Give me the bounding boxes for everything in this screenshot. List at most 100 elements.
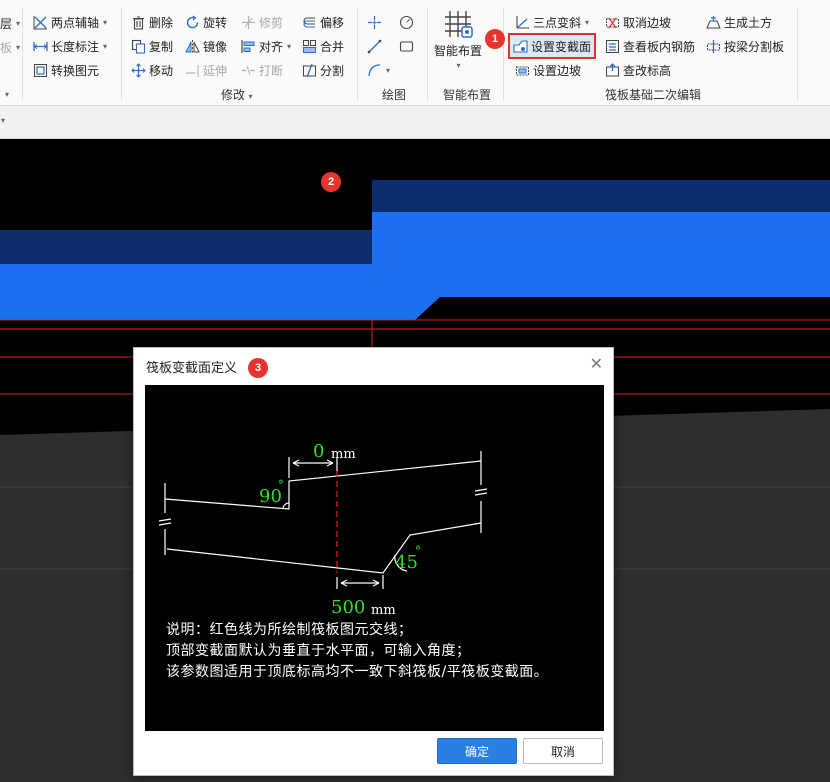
copy-label: 复制 [149, 39, 174, 54]
break-button[interactable]: 打断 [241, 60, 283, 80]
note-line-3: 该参数图适用于顶底标高均不一致下斜筏板/平筏板变截面。 [166, 664, 549, 680]
separator [121, 8, 122, 100]
trim-label: 修剪 [259, 15, 284, 30]
set-variable-section-button[interactable]: 设置变截面 [507, 33, 597, 59]
modify-group-label[interactable]: 修改 ▾ [221, 86, 253, 103]
slope-icon [515, 63, 530, 78]
align-label: 对齐 [259, 39, 284, 54]
merge-button[interactable]: 合并 [302, 36, 344, 56]
collapse-caret-icon[interactable]: ▾ [1, 116, 5, 125]
left-break-mark [158, 518, 172, 526]
slab-label: 板 [0, 40, 13, 55]
slab-bottom-line [166, 522, 482, 574]
set-slope-button[interactable]: 设置边坡 [515, 60, 581, 80]
separator [503, 8, 504, 100]
top-offset-value: 0 [313, 441, 324, 462]
rotate-label: 旋转 [203, 15, 228, 30]
split-label: 分割 [320, 63, 345, 78]
circle-icon [399, 15, 414, 30]
copy-icon [131, 39, 146, 54]
separator [357, 8, 358, 100]
section-diagram: 0 mm 90 ° 45 ° 500 mm 说明：红色线为所绘制筏板图元交线； … [145, 385, 604, 731]
offset-icon [302, 15, 317, 30]
dimension-icon [33, 39, 48, 54]
bottom-angle-degree: ° [415, 544, 421, 558]
slab-left-top[interactable] [0, 230, 372, 264]
slab-left-body[interactable] [0, 264, 372, 320]
move-button[interactable]: 移动 [131, 60, 173, 80]
draw-point-button[interactable] [367, 12, 382, 32]
variable-section-icon [513, 39, 528, 54]
split-button[interactable]: 分割 [302, 60, 344, 80]
rotate-button[interactable]: 旋转 [185, 12, 227, 32]
slab-top-step[interactable] [372, 180, 830, 212]
layer-button-partial[interactable]: 层 ▾ [0, 13, 20, 33]
crosshair-point-icon [367, 15, 382, 30]
move-icon [131, 62, 146, 78]
smart-group-label: 智能布置 [443, 88, 492, 102]
close-icon[interactable]: ✕ [590, 354, 603, 373]
slab-button-partial[interactable]: 板 ▾ [0, 37, 20, 57]
three-point-slope-icon [515, 15, 530, 30]
note-line-2: 顶部变截面默认为垂直于水平面，可输入角度； [166, 643, 471, 659]
merge-icon [302, 39, 317, 54]
convert-element-button[interactable]: 转换图元 [33, 60, 99, 80]
mirror-label: 镜像 [203, 39, 228, 54]
variable-section-dialog: 筏板变截面定义 3 ✕ 0 mm 90 ° 45 ° 500 mm 说明：红色线… [133, 347, 614, 776]
elevation-icon [605, 62, 620, 78]
slab-slope [372, 297, 440, 320]
step-badge-1: 1 [485, 29, 505, 49]
line-icon [367, 39, 382, 54]
step-badge-2: 2 [321, 172, 341, 192]
draw-rectangle-button[interactable] [399, 36, 414, 56]
modify-elevation-button[interactable]: 查改标高 [605, 60, 671, 80]
trim-button[interactable]: 修剪 [241, 12, 283, 32]
left-group-caret[interactable]: ▾ [4, 86, 9, 100]
cancel-button[interactable]: 取消 [523, 738, 603, 764]
generate-earthwork-label: 生成土方 [724, 15, 773, 30]
mirror-button[interactable]: 镜像 [185, 36, 227, 56]
merge-label: 合并 [320, 39, 345, 54]
modify-elevation-label: 查改标高 [623, 63, 672, 78]
separator [427, 8, 428, 100]
extend-label: 延伸 [203, 63, 228, 78]
rectangle-icon [399, 39, 414, 54]
draw-group-label: 绘图 [382, 88, 407, 102]
separator [22, 8, 23, 100]
step-badge-3: 3 [248, 358, 268, 378]
view-rebar-button[interactable]: 查看板内钢筋 [605, 36, 695, 56]
cancel-slope-icon [605, 15, 620, 30]
bottom-offset-unit: mm [371, 603, 396, 618]
smart-layout-button[interactable]: 智能布置 ▾ [432, 8, 484, 80]
draw-arc-button[interactable]: ▾ [367, 60, 390, 80]
three-point-slope-label: 三点变斜 [533, 15, 582, 30]
extend-button[interactable]: 延伸 [185, 60, 227, 80]
trim-icon [241, 15, 256, 30]
slab-right-body[interactable] [372, 212, 830, 297]
extend-icon [185, 63, 200, 78]
smart-layout-label: 智能布置 [433, 44, 482, 58]
split-by-beam-button[interactable]: 按梁分割板 [706, 36, 784, 56]
cancel-slope-button[interactable]: 取消边坡 [605, 12, 671, 32]
align-button[interactable]: 对齐 ▾ [241, 36, 291, 56]
length-dimension-button[interactable]: 长度标注 ▾ [33, 36, 107, 56]
two-point-axis-label: 两点辅轴 [51, 15, 100, 30]
rotate-icon [185, 15, 200, 30]
three-point-slope-button[interactable]: 三点变斜 ▾ [515, 12, 589, 32]
slab-top-line [164, 460, 482, 510]
modify-label: 修改 [221, 88, 246, 102]
delete-button[interactable]: 删除 [131, 12, 173, 32]
copy-button[interactable]: 复制 [131, 36, 173, 56]
ok-button[interactable]: 确定 [437, 738, 517, 764]
delete-label: 删除 [149, 15, 174, 30]
beam-split-icon [706, 39, 721, 54]
draw-circle-button[interactable] [399, 12, 414, 32]
two-point-axis-button[interactable]: 两点辅轴 ▾ [33, 12, 107, 32]
offset-button[interactable]: 偏移 [302, 12, 344, 32]
draw-line-button[interactable] [367, 36, 382, 56]
generate-earthwork-button[interactable]: 生成土方 [706, 12, 772, 32]
break-icon [241, 63, 256, 78]
dialog-title: 筏板变截面定义 [146, 361, 238, 376]
length-dimension-label: 长度标注 [51, 39, 100, 54]
separator [797, 8, 798, 100]
